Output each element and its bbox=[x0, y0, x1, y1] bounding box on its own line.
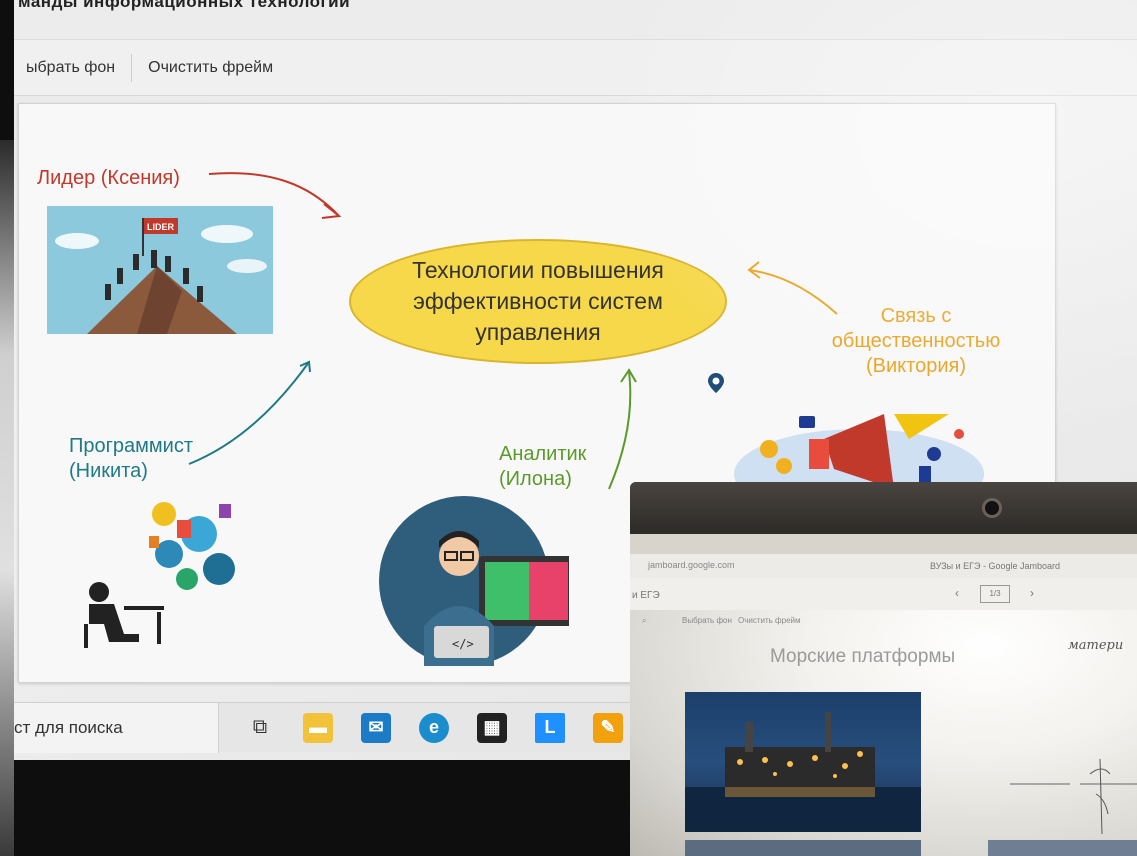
edge-browser-icon[interactable]: e bbox=[419, 712, 449, 743]
programmer-gears-image bbox=[84, 502, 235, 648]
central-topic-ellipse[interactable]: Технологии повышения эффективности систе… bbox=[349, 239, 727, 364]
offshore-platform-photo bbox=[685, 692, 921, 832]
laptop-toolbar: ⌕ Выбрать фон Очистить фрейм bbox=[630, 610, 1137, 632]
laptop-overlay: jamboard.google.com ВУЗы и ЕГЭ - Google … bbox=[630, 482, 1137, 856]
mail-icon[interactable]: ✉ bbox=[361, 712, 391, 743]
pr-arrowhead bbox=[747, 261, 761, 279]
choose-background-button[interactable]: ыбрать фон bbox=[14, 40, 127, 95]
central-topic-text: Технологии повышения эффективности систе… bbox=[412, 256, 664, 346]
next-frame-icon[interactable]: › bbox=[1030, 586, 1034, 600]
leader-label[interactable]: Лидер (Ксения) bbox=[37, 166, 180, 191]
analyst-label[interactable]: Аналитик (Илона) bbox=[499, 442, 586, 492]
code-icon: </> bbox=[452, 637, 474, 651]
programmer-arrowhead bbox=[299, 360, 311, 373]
l-app-icon[interactable]: L bbox=[535, 712, 565, 743]
analyst-computer-image: </> bbox=[379, 496, 574, 666]
store-icon[interactable]: ▦ bbox=[477, 712, 507, 743]
laptop-board-name: и ЕГЭ bbox=[632, 590, 660, 601]
laptop-pen-sketch bbox=[1010, 758, 1137, 835]
window-title: манды информационных технологий bbox=[18, 0, 351, 11]
laptop-bezel bbox=[630, 482, 1137, 534]
background-screen-edge bbox=[0, 140, 14, 856]
laptop-url-text: jamboard.google.com bbox=[648, 560, 735, 570]
pr-label[interactable]: Связь с общественностью (Виктория) bbox=[801, 304, 1031, 379]
analyst-illustration[interactable]: </> bbox=[379, 496, 574, 676]
clear-frame-button[interactable]: Очистить фрейм bbox=[136, 40, 285, 95]
location-pin-icon[interactable] bbox=[707, 372, 725, 394]
file-explorer-icon[interactable]: ▬ bbox=[303, 712, 333, 743]
laptop-frame-pager[interactable]: 1/3 bbox=[980, 585, 1010, 603]
leader-arrowhead bbox=[321, 203, 342, 219]
laptop-frame-heading: Морские платформы bbox=[770, 646, 956, 667]
laptop-handwritten-note: матери bbox=[1068, 638, 1124, 653]
programmer-label[interactable]: Программист (Никита) bbox=[69, 434, 193, 484]
jamboard-toolbar: ыбрать фон Очистить фрейм bbox=[14, 40, 1137, 96]
task-view-icon[interactable]: ⧉ bbox=[245, 713, 275, 743]
laptop-browser-tabs bbox=[630, 534, 1137, 554]
taskbar-search-box[interactable]: ст для поиска bbox=[14, 702, 219, 753]
laptop-tab-title: ВУЗы и ЕГЭ - Google Jamboard bbox=[930, 561, 1061, 571]
prev-frame-icon[interactable]: ‹ bbox=[955, 586, 959, 600]
laptop-choose-bg-button[interactable]: Выбрать фон bbox=[682, 616, 732, 625]
laptop-jamboard-header: и ЕГЭ ‹ 1/3 › bbox=[630, 578, 1137, 610]
laptop-clear-frame-button[interactable]: Очистить фрейм bbox=[738, 616, 801, 625]
laptop-screen: jamboard.google.com ВУЗы и ЕГЭ - Google … bbox=[630, 534, 1137, 856]
webcam-icon bbox=[982, 498, 1002, 518]
programmer-arrow bbox=[188, 361, 310, 465]
zoom-icon[interactable]: ⌕ bbox=[642, 616, 646, 626]
analyst-arrow bbox=[608, 371, 632, 490]
second-photo-thumbnail bbox=[685, 840, 921, 856]
laptop-address-bar[interactable]: jamboard.google.com ВУЗы и ЕГЭ - Google … bbox=[630, 554, 1137, 578]
window-title-bar: манды информационных технологий bbox=[14, 0, 1137, 40]
paint-app-icon[interactable]: ✎ bbox=[593, 712, 623, 743]
toolbar-divider bbox=[131, 53, 133, 82]
mountain-team-image: LIDER bbox=[47, 206, 273, 334]
leader-illustration[interactable]: LIDER bbox=[47, 206, 273, 334]
leader-flag-text: LIDER bbox=[147, 222, 175, 232]
analyst-arrowhead bbox=[620, 368, 637, 383]
programmer-illustration[interactable] bbox=[69, 484, 259, 654]
